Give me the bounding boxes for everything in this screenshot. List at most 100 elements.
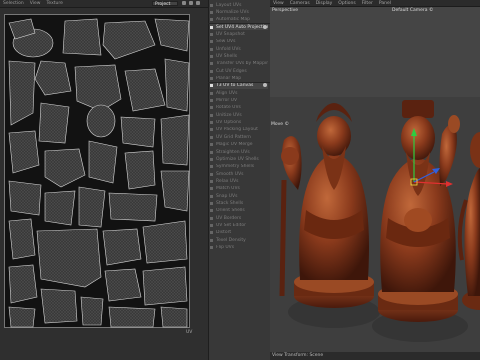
uv-tool-item[interactable]: Sew UVs bbox=[210, 39, 268, 45]
uv-tool-item[interactable]: UV Shells bbox=[210, 53, 268, 59]
uv-tool-item[interactable]: Straighten UVs bbox=[210, 149, 268, 155]
uv-tool-item[interactable]: Snap UVs bbox=[210, 193, 268, 199]
uv-tool-item[interactable]: Smooth UVs bbox=[210, 171, 268, 177]
uv-tool-item[interactable]: Rotate UVs bbox=[210, 105, 268, 111]
viewport-menu-panel[interactable]: Panel bbox=[376, 1, 394, 6]
uv-shell bbox=[8, 180, 42, 216]
uv-tool-icon bbox=[210, 3, 213, 7]
uv-tool-item[interactable]: UV Options bbox=[210, 120, 268, 126]
uv-tool-item[interactable]: Planar Map bbox=[210, 76, 268, 82]
uv-tool-label: Texel Density bbox=[216, 237, 246, 243]
uv-tile[interactable] bbox=[4, 14, 190, 328]
uv-tool-item[interactable]: Flip UVs bbox=[210, 245, 268, 251]
gear-icon[interactable] bbox=[263, 24, 267, 29]
uv-shell bbox=[44, 190, 76, 226]
uv-shell bbox=[38, 102, 70, 144]
statue-left[interactable] bbox=[279, 103, 380, 328]
uv-tool-icon bbox=[210, 91, 213, 95]
uv-menu-selection[interactable]: Selection bbox=[0, 1, 27, 6]
uv-tool-icon bbox=[210, 106, 213, 110]
uv-tool-item[interactable]: Texel Density bbox=[210, 237, 268, 243]
uv-tool-label: UV Set Editor bbox=[216, 223, 246, 228]
uv-tool-item[interactable]: Symmetry Shells bbox=[210, 164, 268, 170]
uv-tool-icon bbox=[210, 54, 213, 58]
perspective-label: Perspective bbox=[272, 8, 299, 13]
uv-tool-label: Distort bbox=[216, 230, 232, 236]
uv-tool-label: Cut UV Edges bbox=[216, 68, 247, 74]
uv-tool-item[interactable]: UV Grid Pattern bbox=[210, 134, 268, 140]
uv-tool-label: Set UV4 Auto Projection bbox=[216, 24, 268, 30]
uv-tool-item[interactable]: Distort bbox=[210, 230, 268, 236]
uv-shell bbox=[88, 140, 118, 184]
uv-tool-icon bbox=[210, 10, 213, 14]
uv-tool-icon[interactable] bbox=[189, 1, 193, 5]
uv-tool-icon bbox=[210, 194, 213, 198]
uv-tool-icon bbox=[210, 18, 213, 22]
uv-tool-label: Align UVs bbox=[216, 90, 238, 96]
uv-tool-label: Smooth UVs bbox=[216, 171, 244, 177]
uv-tool-icon[interactable] bbox=[182, 1, 186, 5]
gear-icon[interactable] bbox=[263, 83, 267, 88]
uv-tool-icon[interactable] bbox=[196, 1, 200, 5]
uv-tool-item[interactable]: Orient Shells bbox=[210, 208, 268, 214]
uv-tool-item[interactable]: Optimize UV Shells bbox=[210, 156, 268, 162]
uv-tool-item[interactable]: Transfer UVs by Mapping bbox=[210, 61, 268, 67]
uv-tool-icon bbox=[210, 69, 213, 73]
uv-menu-texture[interactable]: Texture bbox=[43, 1, 65, 6]
uv-tool-item[interactable]: UV Borders bbox=[210, 215, 268, 221]
uv-tool-item[interactable]: Layout UVs bbox=[210, 2, 268, 8]
uv-tool-icon bbox=[210, 84, 213, 88]
uv-tool-icon bbox=[210, 150, 213, 154]
uv-tool-item[interactable]: Unfold UVs bbox=[210, 46, 268, 52]
uv-tool-icon bbox=[210, 113, 213, 117]
uv-toolbar-icons bbox=[182, 1, 200, 5]
uv-tool-item[interactable]: Automatic Map bbox=[210, 17, 268, 23]
uv-shell bbox=[104, 268, 142, 302]
viewport-menu-display[interactable]: Display bbox=[313, 1, 336, 6]
uv-tool-item[interactable]: T3 UV to Canvas bbox=[210, 82, 268, 89]
uv-tool-label: Mirror UV bbox=[216, 98, 238, 104]
uv-tool-icon bbox=[210, 246, 213, 250]
viewport-menu-cameras[interactable]: Cameras bbox=[287, 1, 313, 6]
viewport-menu-view[interactable]: View bbox=[270, 1, 287, 6]
uv-shell bbox=[86, 104, 116, 138]
uv-shell bbox=[120, 116, 156, 148]
uv-tool-item[interactable]: UV Packing Layout bbox=[210, 127, 268, 133]
uv-tool-item[interactable]: Relax UVs bbox=[210, 178, 268, 184]
uv-tool-icon bbox=[210, 231, 213, 235]
uv-tool-icon bbox=[210, 40, 213, 44]
viewport-menu-filter[interactable]: Filter bbox=[359, 1, 376, 6]
uv-tool-label: Match UVs bbox=[216, 186, 240, 192]
uv-tool-icon bbox=[210, 128, 213, 132]
uv-shell bbox=[160, 170, 190, 212]
uv-tool-label: Transfer UVs by Mapping bbox=[216, 61, 268, 67]
statue-center[interactable] bbox=[372, 100, 468, 342]
uv-menu-view[interactable]: View bbox=[27, 1, 44, 6]
statue-right[interactable] bbox=[457, 132, 480, 310]
uv-tool-item[interactable]: Align UVs bbox=[210, 90, 268, 96]
uv-tool-item[interactable]: UV Snapshot bbox=[210, 31, 268, 37]
uv-tool-label: Planar Map bbox=[216, 76, 242, 81]
uv-tool-icon bbox=[210, 47, 213, 51]
uv-tool-item[interactable]: Stack Shells bbox=[210, 200, 268, 206]
uv-tool-item[interactable]: Mirror UV bbox=[210, 98, 268, 104]
uv-tool-item[interactable]: Match UVs bbox=[210, 186, 268, 192]
uv-tool-item[interactable]: Normalize UVs bbox=[210, 9, 268, 15]
uv-tool-item[interactable]: UV Set Editor bbox=[210, 223, 268, 229]
uv-shell bbox=[8, 60, 36, 126]
uv-tool-item[interactable]: Unitize UVs bbox=[210, 112, 268, 118]
uv-tool-label: UV Packing Layout bbox=[216, 127, 258, 133]
uv-shell bbox=[8, 218, 36, 260]
uv-tool-icon bbox=[210, 209, 213, 213]
statue-render[interactable] bbox=[270, 60, 480, 352]
divider bbox=[208, 81, 270, 83]
uv-shell bbox=[124, 68, 166, 112]
uv-mode-select[interactable]: Project bbox=[152, 1, 178, 7]
uv-tool-item[interactable]: Set UV4 Auto Projection bbox=[210, 24, 268, 31]
uv-tool-item[interactable]: Magic UV Merge bbox=[210, 142, 268, 148]
uv-tool-label: UV Snapshot bbox=[216, 31, 245, 37]
uv-tool-item[interactable]: Cut UV Edges bbox=[210, 68, 268, 74]
uv-tool-label: Orient Shells bbox=[216, 208, 245, 214]
viewport-menu-options[interactable]: Options bbox=[335, 1, 358, 6]
uv-shell bbox=[34, 60, 72, 96]
